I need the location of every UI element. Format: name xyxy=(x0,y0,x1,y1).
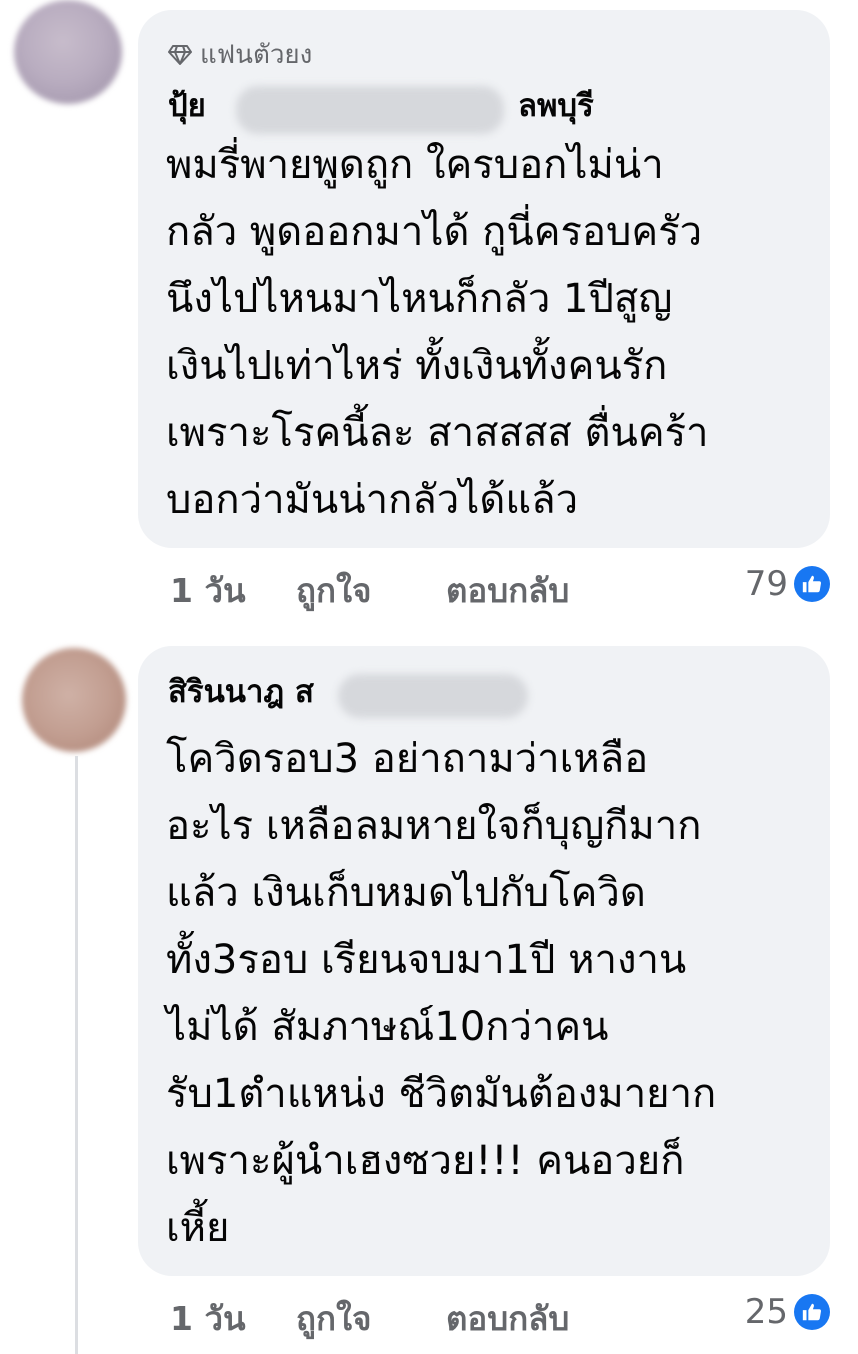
reply-button[interactable]: ตอบกลับ xyxy=(446,564,569,617)
reaction-count: 79 xyxy=(744,564,788,604)
comment-line: บอกว่ามันน่ากลัวได้แล้ว xyxy=(166,477,579,523)
badge-label: แฟนตัวยง xyxy=(200,40,313,70)
avatar[interactable] xyxy=(14,0,122,104)
reaction-summary[interactable]: 25 xyxy=(745,1292,830,1332)
redacted-name xyxy=(236,86,504,134)
comment-line: รับ1ตำแหน่ง ชีวิตมันต้องมายาก xyxy=(166,1071,717,1117)
comment-author[interactable]: ปุ้ย xyxy=(168,80,206,130)
comment-line: โควิดรอบ3 อย่าถามว่าเหลือ xyxy=(166,736,649,782)
comment-author[interactable]: สิรินนาฎ ส xyxy=(168,666,314,716)
comment-line: เหี้ย xyxy=(166,1205,230,1251)
comment-bubble: แฟนตัวยง ปุ้ย ลพบุรี พมรี่พายพูดถูก ใครบ… xyxy=(138,10,830,548)
comment-line: นึงไปไหนมาไหนก็กลัว 1ปีสูญ xyxy=(166,276,673,322)
comment-line: ทั้ง3รอบ เรียนจบมา1ปี หางาน xyxy=(166,937,687,983)
comment-line: กลัว พูดออกมาได้ กูนี่ครอบครัว xyxy=(166,209,703,255)
comment-author-suffix[interactable]: ลพบุรี xyxy=(518,80,594,130)
reaction-summary[interactable]: 79 xyxy=(745,564,830,604)
comment-line: แล้ว เงินเก็บหมดไปกับโควิด xyxy=(166,870,646,916)
reply-button[interactable]: ตอบกลับ xyxy=(446,1292,569,1345)
comment-line: เพราะโรคนี้ละ สาสสสส ตื่นคร้า xyxy=(166,410,709,456)
comment-text: พมรี่พายพูดถูก ใครบอกไม่น่า กลัว พูดออกม… xyxy=(166,132,808,534)
comment-line: ไม่ได้ สัมภาษณ์10กว่าคน xyxy=(166,1004,609,1050)
thread-line xyxy=(75,756,78,1354)
comment-timestamp[interactable]: 1 วัน xyxy=(170,564,246,617)
comment-line: อะไร เหลือลมหายใจก็บุญกีมาก xyxy=(166,803,702,849)
comment-actions: 1 วัน ถูกใจ ตอบกลับ 25 xyxy=(170,1292,830,1342)
comment-timestamp[interactable]: 1 วัน xyxy=(170,1292,246,1345)
comment-actions: 1 วัน ถูกใจ ตอบกลับ 79 xyxy=(170,564,830,614)
comment-line: เงินไปเท่าไหร่ ทั้งเงินทั้งคนรัก xyxy=(166,343,668,389)
comment-line: เพราะผู้นำเฮงซวย!!! คนอวยก็ xyxy=(166,1138,685,1184)
comment-text: โควิดรอบ3 อย่าถามว่าเหลือ อะไร เหลือลมหา… xyxy=(166,726,808,1262)
comment-bubble: สิรินนาฎ ส โควิดรอบ3 อย่าถามว่าเหลือ อะไ… xyxy=(138,646,830,1276)
redacted-name xyxy=(338,674,528,718)
comment-line: พมรี่พายพูดถูก ใครบอกไม่น่า xyxy=(166,142,664,188)
like-button[interactable]: ถูกใจ xyxy=(296,1292,371,1345)
diamond-icon xyxy=(168,44,192,65)
top-fan-badge: แฟนตัวยง xyxy=(168,34,312,75)
reaction-count: 25 xyxy=(744,1292,788,1332)
thumbs-up-icon xyxy=(794,566,830,602)
thumbs-up-icon xyxy=(794,1294,830,1330)
like-button[interactable]: ถูกใจ xyxy=(296,564,371,617)
avatar[interactable] xyxy=(22,648,126,752)
